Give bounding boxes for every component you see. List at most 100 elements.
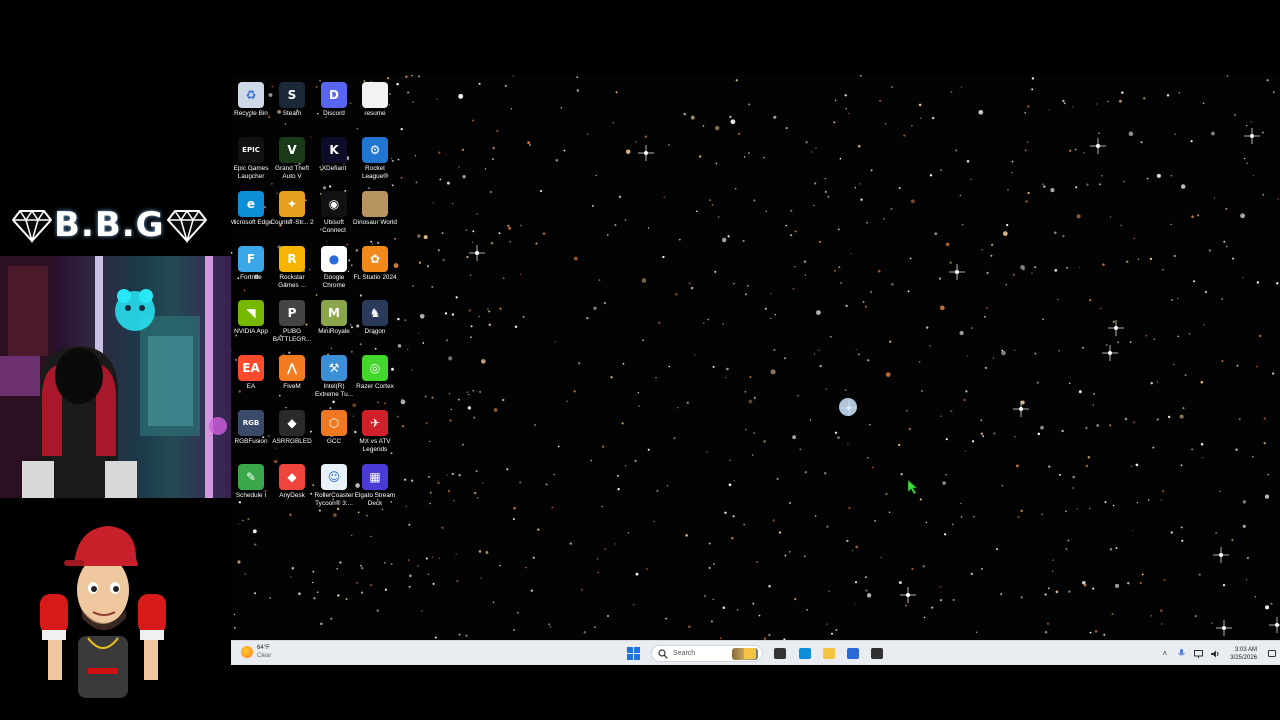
microphone-icon[interactable] xyxy=(1177,649,1186,658)
star xyxy=(484,168,487,170)
desktop-icon[interactable]: M MiniRoyale xyxy=(314,298,354,352)
star xyxy=(1193,280,1196,283)
desktop-icon[interactable]: ✈ MX vs ATV Legends xyxy=(355,408,395,462)
star xyxy=(867,359,870,362)
desktop-icon[interactable]: ☺ RollerCoaster Tycoon® 3:... xyxy=(314,462,354,516)
star xyxy=(711,204,714,206)
bright-star xyxy=(1269,617,1280,633)
star xyxy=(252,529,257,534)
desktop-icon[interactable]: e Microsoft Edge xyxy=(231,189,272,243)
star xyxy=(803,260,807,263)
desktop-icon[interactable]: ⋀ FiveM xyxy=(272,353,312,407)
star xyxy=(502,277,505,280)
star xyxy=(555,159,559,162)
start-button[interactable] xyxy=(627,647,640,660)
star xyxy=(1267,473,1270,476)
notification-icon[interactable] xyxy=(1267,649,1276,658)
star xyxy=(1153,338,1156,340)
star xyxy=(472,119,475,122)
star xyxy=(487,308,489,310)
star xyxy=(612,122,614,124)
star xyxy=(770,317,772,319)
star xyxy=(663,196,666,199)
star xyxy=(921,390,923,392)
volume-icon[interactable] xyxy=(1211,649,1220,658)
star xyxy=(1180,526,1183,529)
desktop-icon[interactable]: ✎ Schedule I xyxy=(231,462,271,516)
star xyxy=(417,565,419,567)
desktop-icon[interactable]: ▦ Elgato Stream Deck xyxy=(355,462,395,516)
desktop-icon[interactable]: ◆ ASRRGBLED xyxy=(272,408,312,462)
chevron-up-icon[interactable]: ˄ xyxy=(1160,649,1169,658)
bright-star xyxy=(1213,547,1229,563)
star xyxy=(1149,257,1153,261)
star xyxy=(1031,88,1034,91)
desktop-icon[interactable]: resume xyxy=(355,80,395,134)
file-explorer-folder-icon[interactable] xyxy=(741,645,758,662)
star xyxy=(708,566,711,569)
desktop-icon[interactable]: EA EA xyxy=(231,353,271,407)
desktop-icon[interactable]: ◎ Razer Cortex xyxy=(355,353,395,407)
desktop-icon[interactable]: ⚒ Intel(R) Extreme Tu... xyxy=(314,353,354,407)
star xyxy=(407,348,409,351)
desktop-icon[interactable]: V Grand Theft Auto V xyxy=(272,135,312,189)
desktop-icon[interactable]: RGB RGBFusion xyxy=(231,408,271,462)
desktop-icon[interactable]: D Discord xyxy=(314,80,354,134)
desktop-icon[interactable]: R Rockstar Games ... xyxy=(272,244,312,298)
desktop-icon[interactable]: EPIC Epic Games Launcher xyxy=(231,135,271,189)
clock[interactable]: 3:03 AM 3/25/2026 xyxy=(1230,646,1257,662)
star xyxy=(980,432,983,435)
star xyxy=(473,491,477,495)
desktop-icon[interactable]: ♻ Recycle Bin xyxy=(231,80,271,134)
desktop-icon[interactable]: ♞ Dragon xyxy=(355,298,395,352)
desktop-icon[interactable]: ⬡ GCC xyxy=(314,408,354,462)
star xyxy=(763,440,766,443)
desktop-icon[interactable]: Dinosaur World xyxy=(353,189,397,243)
star xyxy=(1040,425,1044,430)
star xyxy=(733,282,735,285)
star xyxy=(449,419,452,422)
display-icon[interactable] xyxy=(1194,649,1204,658)
star xyxy=(1054,269,1058,272)
star xyxy=(1252,455,1254,458)
star xyxy=(851,549,854,552)
desktop-icon[interactable]: P PUBG BATTLEGR... xyxy=(272,298,312,352)
star xyxy=(814,515,817,517)
star xyxy=(810,151,813,153)
star xyxy=(397,158,400,161)
desktop-icon[interactable]: F Fortnite xyxy=(231,244,271,298)
star xyxy=(855,545,859,549)
star xyxy=(617,474,619,477)
star xyxy=(444,312,448,315)
desktop-icon[interactable]: ◥ NVIDIA App xyxy=(231,298,271,352)
star xyxy=(603,301,607,305)
task-view-icon[interactable] xyxy=(771,645,788,662)
desktop[interactable]: ♻ Recycle Bin S Steam D Discord resume EPIC Epic… xyxy=(231,75,1280,640)
desktop-icon[interactable]: ◉ Ubisoft Connect xyxy=(314,189,354,243)
star xyxy=(826,525,829,528)
steam-icon: S xyxy=(279,82,305,108)
star xyxy=(422,342,425,344)
desktop-icon[interactable]: ✿ FL Studio 2024 xyxy=(353,244,397,298)
star xyxy=(866,593,872,598)
weather-widget[interactable]: 64°F Clear xyxy=(241,644,271,660)
star xyxy=(606,614,610,618)
star xyxy=(1002,231,1008,236)
desktop-icon[interactable]: ⚙ Rocket League® xyxy=(355,135,395,189)
star xyxy=(437,481,440,485)
star xyxy=(525,566,527,569)
desktop-icon[interactable]: K XDefiant xyxy=(314,135,354,189)
obs-recording-icon[interactable] xyxy=(868,645,885,662)
edge-taskbar-icon[interactable] xyxy=(796,645,813,662)
file-explorer-icon[interactable] xyxy=(820,645,837,662)
star xyxy=(653,520,655,523)
star xyxy=(447,489,451,493)
desktop-icon[interactable]: ◆ AnyDesk xyxy=(272,462,312,516)
desktop-icon[interactable]: ● Google Chrome xyxy=(314,244,354,298)
desktop-icon[interactable]: ✦ Counter-Str... 2 xyxy=(270,189,314,243)
star xyxy=(986,271,989,274)
desktop-icon[interactable]: S Steam xyxy=(272,80,312,134)
star xyxy=(1072,106,1074,108)
star xyxy=(1121,91,1124,94)
store-icon[interactable] xyxy=(844,645,861,662)
